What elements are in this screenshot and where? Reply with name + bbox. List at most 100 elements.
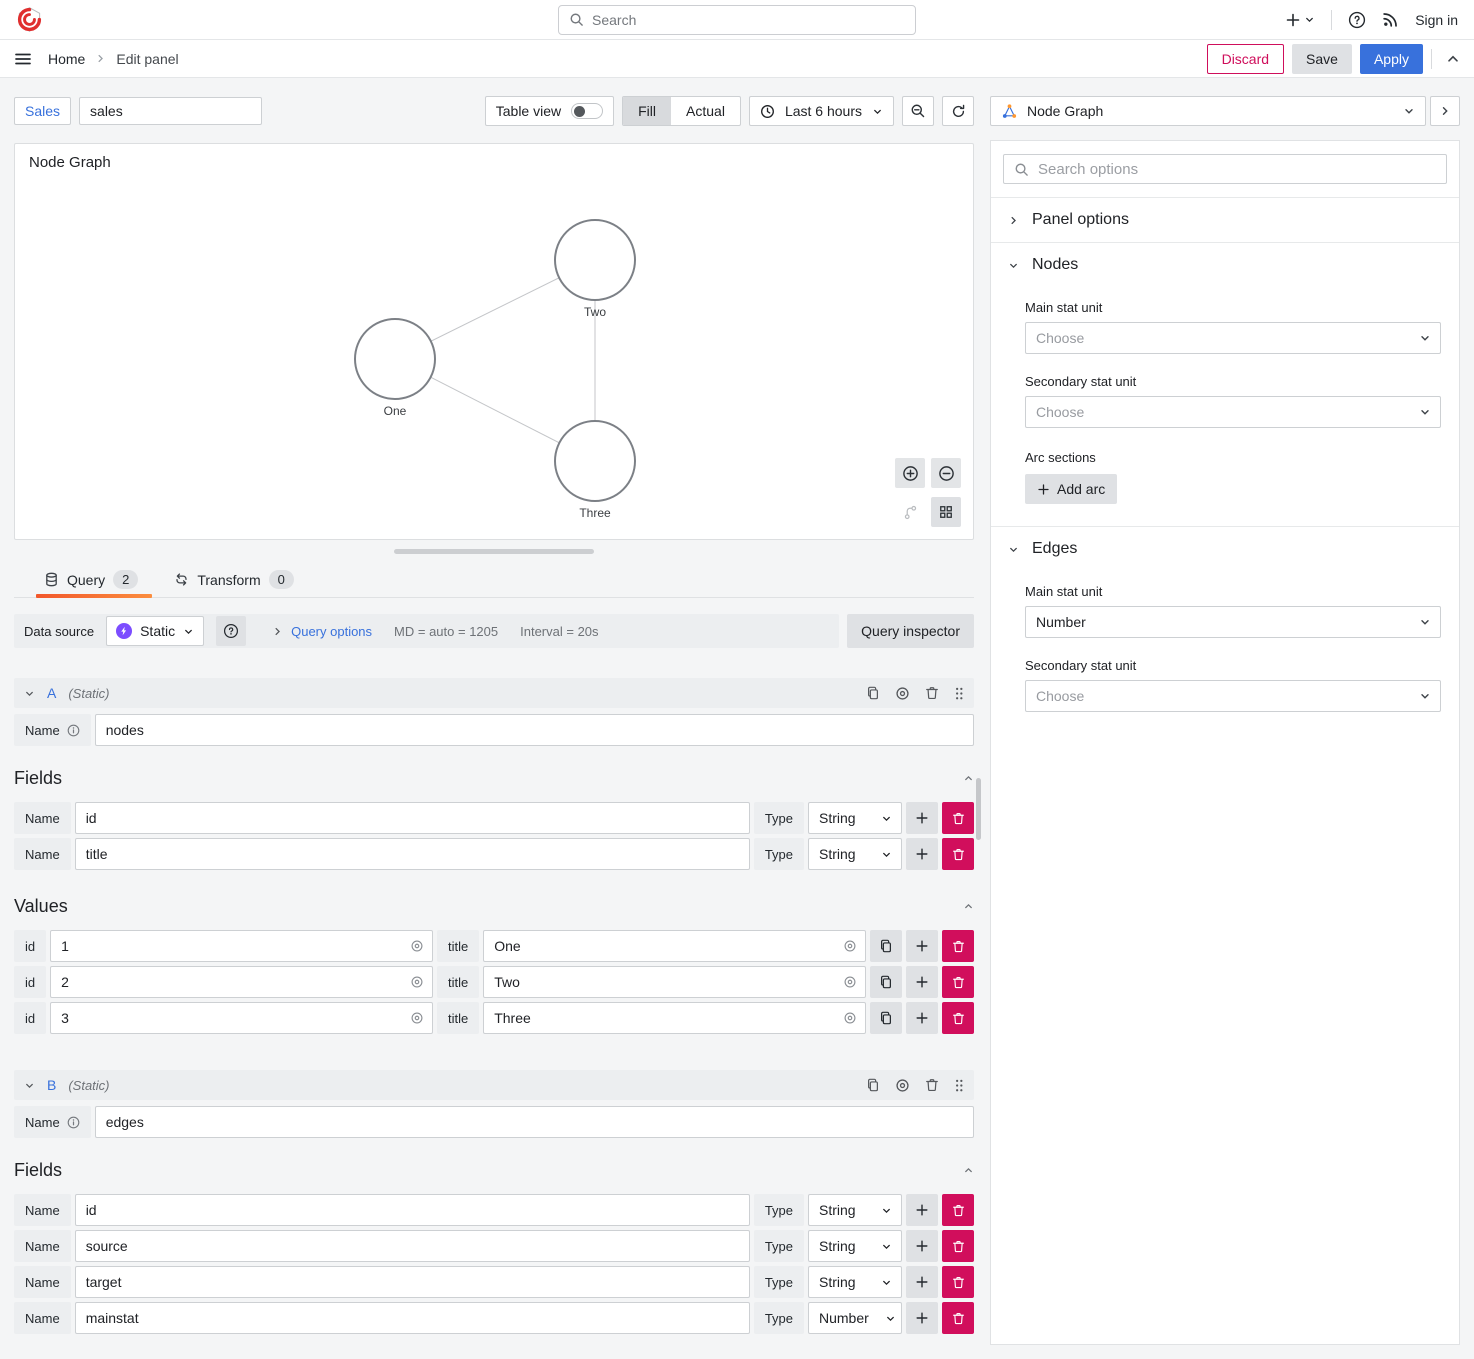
collapse-section-icon[interactable] [963,773,974,784]
delete-value-button[interactable] [942,930,974,962]
duplicate-query-icon[interactable] [866,686,880,700]
query-row-a-header[interactable]: A (Static) [14,678,974,708]
drag-handle-icon[interactable] [954,686,964,701]
chevron-down-icon[interactable] [24,688,35,699]
edges-main-stat-unit-select[interactable]: Number [1025,606,1441,638]
value-title-input[interactable] [483,930,866,962]
add-value-button[interactable] [906,930,938,962]
eye-icon[interactable] [843,1011,857,1025]
dashboard-tag[interactable]: Sales [14,97,71,125]
chevron-down-icon[interactable] [24,1080,35,1091]
delete-value-button[interactable] [942,1002,974,1034]
field-type-select[interactable]: Number [808,1302,902,1334]
field-name-input[interactable] [75,1194,750,1226]
duplicate-value-button[interactable] [870,1002,902,1034]
eye-icon[interactable] [843,975,857,989]
add-field-button[interactable] [906,1194,938,1226]
delete-field-button[interactable] [942,802,974,834]
query-name-input[interactable] [95,714,974,746]
graph-zoom-out-button[interactable] [931,458,961,488]
global-search-box[interactable] [558,5,916,35]
graph-hierarchy-layout-button[interactable] [895,497,925,527]
help-icon[interactable] [1348,11,1366,29]
time-range-picker[interactable]: Last 6 hours [749,96,894,126]
panel-title[interactable]: Node Graph [29,154,111,171]
table-view-toggle[interactable] [571,103,603,119]
query-row-b-header[interactable]: B (Static) [14,1070,974,1100]
field-name-input[interactable] [75,1230,750,1262]
query-name-input[interactable] [95,1106,974,1138]
nodes-main-stat-unit-select[interactable]: Choose [1025,322,1441,354]
field-type-select[interactable]: String [808,1230,902,1262]
delete-query-trash-icon[interactable] [925,686,939,700]
add-value-button[interactable] [906,1002,938,1034]
section-nodes[interactable]: Nodes [991,243,1459,287]
value-title-input[interactable] [483,966,866,998]
query-inspector-button[interactable]: Query inspector [847,614,974,648]
delete-query-trash-icon[interactable] [925,1078,939,1092]
options-search-box[interactable] [1003,154,1447,184]
add-field-button[interactable] [906,838,938,870]
eye-icon[interactable] [410,975,424,989]
edges-secondary-stat-unit-select[interactable]: Choose [1025,680,1441,712]
value-id-input[interactable] [50,1002,433,1034]
nodes-secondary-stat-unit-select[interactable]: Choose [1025,396,1441,428]
delete-field-button[interactable] [942,1302,974,1334]
time-zoom-out-button[interactable] [902,96,934,126]
menu-hamburger-icon[interactable] [14,50,32,68]
field-name-input[interactable] [75,1266,750,1298]
panel-title-search-input[interactable] [79,97,262,125]
tab-query[interactable]: Query 2 [44,562,138,597]
value-id-input[interactable] [50,930,433,962]
field-type-select[interactable]: String [808,1194,902,1226]
news-rss-icon[interactable] [1382,11,1399,28]
grafana-logo-icon[interactable] [16,6,43,33]
field-type-select[interactable]: String [808,802,902,834]
add-field-button[interactable] [906,1230,938,1262]
graph-node[interactable]: Three [555,421,635,520]
field-name-input[interactable] [75,802,750,834]
add-field-button[interactable] [906,1302,938,1334]
hide-query-eye-icon[interactable] [895,686,910,701]
value-title-input[interactable] [483,1002,866,1034]
add-field-button[interactable] [906,802,938,834]
visualization-picker[interactable]: Node Graph [990,96,1426,126]
apply-button[interactable]: Apply [1360,44,1423,74]
field-name-input[interactable] [75,1302,750,1334]
field-name-input[interactable] [75,838,750,870]
discard-button[interactable]: Discard [1207,44,1284,74]
collapse-section-icon[interactable] [963,1165,974,1176]
save-button[interactable]: Save [1292,44,1352,74]
value-id-input[interactable] [50,966,433,998]
actual-option[interactable]: Actual [671,97,740,125]
section-edges[interactable]: Edges [991,527,1459,571]
sign-in-link[interactable]: Sign in [1415,12,1458,28]
field-type-select[interactable]: String [808,838,902,870]
hide-query-eye-icon[interactable] [895,1078,910,1093]
fill-option[interactable]: Fill [623,97,671,125]
duplicate-value-button[interactable] [870,930,902,962]
field-type-select[interactable]: String [808,1266,902,1298]
delete-field-button[interactable] [942,1194,974,1226]
eye-icon[interactable] [843,939,857,953]
add-arc-button[interactable]: Add arc [1025,474,1117,504]
add-value-button[interactable] [906,966,938,998]
eye-icon[interactable] [410,1011,424,1025]
graph-node[interactable]: One [355,319,435,418]
query-options-toggle[interactable]: Query options [291,624,372,639]
section-panel-options[interactable]: Panel options [991,198,1459,242]
add-field-button[interactable] [906,1266,938,1298]
delete-field-button[interactable] [942,838,974,870]
duplicate-query-icon[interactable] [866,1078,880,1092]
pane-resize-handle[interactable] [394,549,594,554]
datasource-picker[interactable]: Static [106,616,204,646]
delete-field-button[interactable] [942,1266,974,1298]
refresh-button[interactable] [942,96,974,126]
chevron-up-icon[interactable] [1446,52,1460,66]
new-menu-button[interactable] [1285,12,1315,28]
delete-field-button[interactable] [942,1230,974,1262]
duplicate-value-button[interactable] [870,966,902,998]
eye-icon[interactable] [410,939,424,953]
breadcrumb-home[interactable]: Home [48,51,85,67]
collapse-section-icon[interactable] [963,901,974,912]
